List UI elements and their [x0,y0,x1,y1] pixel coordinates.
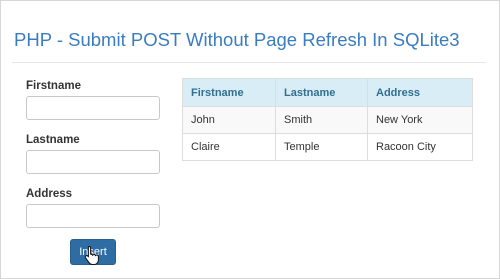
column-header-firstname: Firstname [182,78,276,107]
cell-firstname: John [182,106,276,134]
lastname-input[interactable] [26,150,160,174]
page-title: PHP - Submit POST Without Page Refresh I… [14,29,460,50]
table-row: Claire Temple Racoon City [182,133,473,161]
cell-lastname: Smith [275,106,368,134]
title-divider [12,62,486,63]
cell-address: Racoon City [367,133,473,161]
address-label: Address [26,188,73,200]
cell-address: New York [367,106,473,134]
cell-firstname: Claire [182,133,276,161]
table-header-row: Firstname Lastname Address [182,78,473,107]
lastname-label: Lastname [26,134,80,146]
hand-pointer-icon [84,246,99,265]
column-header-address: Address [367,78,473,107]
records-table: Firstname Lastname Address John Smith Ne… [182,78,473,161]
firstname-input[interactable] [26,96,160,120]
cell-lastname: Temple [275,133,368,161]
column-header-lastname: Lastname [275,78,368,107]
firstname-label: Firstname [26,80,81,92]
address-input[interactable] [26,204,160,228]
table-row: John Smith New York [182,106,473,134]
